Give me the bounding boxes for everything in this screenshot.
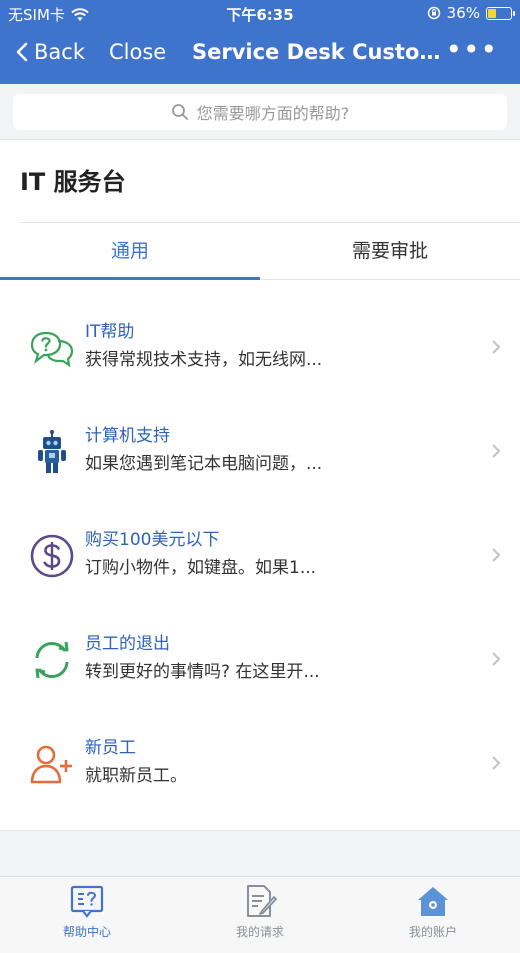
more-button[interactable]: ••• bbox=[445, 36, 498, 64]
close-button[interactable]: Close bbox=[109, 40, 166, 64]
chevron-left-icon bbox=[16, 42, 28, 62]
requests-icon bbox=[247, 885, 277, 917]
status-bar: 无SIM卡 下午6:35 36% bbox=[0, 0, 520, 28]
tab-needs-approval[interactable]: 需要审批 bbox=[260, 224, 520, 280]
tab-label: 我的请求 bbox=[235, 925, 284, 939]
search-placeholder: 您需要哪方面的帮助? bbox=[196, 104, 350, 123]
list-item[interactable]: 新员工 就职新员工。 bbox=[0, 714, 520, 818]
section-title: IT 服务台 bbox=[20, 168, 126, 196]
item-title: 员工的退出 bbox=[85, 634, 170, 654]
request-type-list: IT帮助 获得常规技术支持，如无线网... 计算机支持 如果您遇到笔记本电脑问题… bbox=[0, 298, 520, 818]
top-bar: 无SIM卡 下午6:35 36% Back Close Service Desk… bbox=[0, 0, 520, 84]
item-title: IT帮助 bbox=[85, 322, 135, 342]
tab-label: 帮助中心 bbox=[62, 925, 111, 939]
battery-percent: 36% bbox=[446, 4, 480, 22]
divider bbox=[20, 222, 520, 223]
list-footer-spacer bbox=[0, 830, 520, 876]
chevron-right-icon bbox=[492, 756, 501, 770]
search-bar: 您需要哪方面的帮助? bbox=[0, 84, 520, 140]
chevron-right-icon bbox=[492, 444, 501, 458]
list-item[interactable]: 购买100美元以下 订购小物件，如键盘。如果1... bbox=[0, 506, 520, 610]
item-description: 如果您遇到笔记本电脑问题，... bbox=[85, 454, 323, 474]
battery-level bbox=[488, 8, 496, 18]
list-item[interactable]: 计算机支持 如果您遇到笔记本电脑问题，... bbox=[0, 402, 520, 506]
tab-my-requests[interactable]: 我的请求 bbox=[200, 881, 320, 940]
item-description: 订购小物件，如键盘。如果1... bbox=[85, 558, 317, 578]
chevron-right-icon bbox=[492, 548, 501, 562]
list-item[interactable]: 员工的退出 转到更好的事情吗? 在这里开... bbox=[0, 610, 520, 714]
search-icon bbox=[171, 104, 188, 120]
item-description: 转到更好的事情吗? 在这里开... bbox=[85, 662, 320, 682]
tab-general[interactable]: 通用 bbox=[0, 224, 260, 280]
status-right: 36% bbox=[427, 4, 515, 22]
chat-question-icon bbox=[30, 331, 74, 368]
item-title: 购买100美元以下 bbox=[85, 530, 220, 550]
robot-icon bbox=[38, 430, 66, 473]
chevron-right-icon bbox=[492, 340, 501, 354]
back-label: Back bbox=[34, 40, 85, 64]
bottom-tab-bar: 帮助中心 我的请求 我的账户 bbox=[0, 876, 520, 953]
search-input[interactable]: 您需要哪方面的帮助? bbox=[13, 94, 507, 130]
account-home-icon bbox=[418, 887, 448, 916]
help-center-icon bbox=[70, 885, 104, 918]
item-description: 获得常规技术支持，如无线网... bbox=[85, 350, 323, 370]
tab-bar: 通用 需要审批 bbox=[0, 224, 520, 280]
tab-label: 我的账户 bbox=[408, 925, 457, 939]
active-tab-indicator bbox=[0, 277, 260, 280]
item-description: 就职新员工。 bbox=[85, 766, 187, 786]
add-person-icon bbox=[30, 745, 72, 784]
item-title: 计算机支持 bbox=[85, 426, 170, 446]
tab-my-account[interactable]: 我的账户 bbox=[373, 881, 493, 940]
dollar-circle-icon bbox=[30, 534, 74, 578]
item-title: 新员工 bbox=[85, 738, 136, 758]
tab-help-center[interactable]: 帮助中心 bbox=[27, 881, 147, 940]
refresh-arrows-icon bbox=[35, 641, 69, 679]
list-item[interactable]: IT帮助 获得常规技术支持，如无线网... bbox=[0, 298, 520, 402]
page-title: Service Desk Customer... bbox=[192, 40, 448, 64]
orientation-lock-icon bbox=[427, 6, 440, 20]
battery-icon bbox=[486, 6, 515, 20]
nav-bar: Back Close Service Desk Customer... ••• bbox=[0, 30, 520, 80]
back-button[interactable]: Back bbox=[16, 40, 85, 64]
chevron-right-icon bbox=[492, 652, 501, 666]
